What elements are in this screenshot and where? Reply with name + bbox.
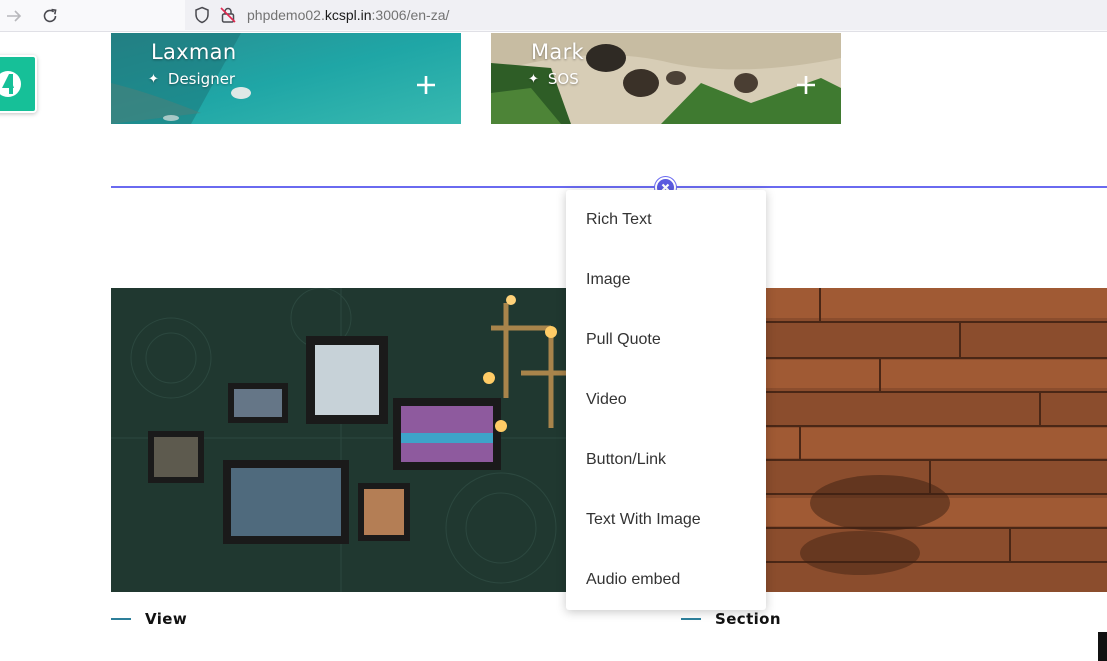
gallery-image-wood — [760, 288, 1107, 592]
caption-view[interactable]: View — [111, 610, 187, 628]
caption-text: View — [145, 610, 188, 628]
menu-item-audio-embed[interactable]: Audio embed — [586, 568, 680, 592]
caption-text: Section — [715, 610, 781, 628]
app-badge-button[interactable] — [0, 55, 37, 113]
team-card-mark[interactable]: Mark ✦ SOS — [491, 33, 841, 124]
caption-section[interactable]: Section — [681, 610, 781, 628]
card-name: Laxman — [151, 40, 237, 64]
corner-widget — [1098, 632, 1107, 661]
sparkle-icon: ✦ — [528, 71, 539, 87]
caption-dash — [681, 618, 701, 620]
insecure-lock-icon[interactable] — [219, 6, 237, 24]
browser-toolbar: phpdemo02.kcspl.in:3006/en-za/ — [0, 0, 1107, 32]
card-role: Designer — [167, 70, 236, 88]
expand-plus-icon[interactable] — [415, 74, 437, 96]
gallery-image-wall — [111, 288, 571, 592]
menu-item-image[interactable]: Image — [586, 268, 630, 292]
menu-item-text-with-image[interactable]: Text With Image — [586, 508, 701, 532]
card-role-row: ✦ Designer — [148, 70, 235, 88]
team-card-laxman[interactable]: Laxman ✦ Designer — [111, 33, 461, 124]
menu-item-button-link[interactable]: Button/Link — [586, 448, 666, 472]
reload-icon[interactable] — [40, 6, 60, 26]
address-bar[interactable]: phpdemo02.kcspl.in:3006/en-za/ — [185, 0, 1107, 30]
card-role-row: ✦ SOS — [528, 70, 579, 88]
url-text[interactable]: phpdemo02.kcspl.in:3006/en-za/ — [247, 7, 449, 23]
block-type-menu: Rich Text Image Pull Quote Video Button/… — [566, 190, 766, 610]
menu-item-video[interactable]: Video — [586, 388, 627, 412]
menu-item-rich-text[interactable]: Rich Text — [586, 208, 652, 232]
card-name: Mark — [531, 40, 584, 64]
card-role: SOS — [547, 70, 579, 88]
url-suffix: :3006/en-za/ — [371, 7, 450, 23]
caption-dash — [111, 618, 131, 620]
url-prefix: phpdemo02. — [247, 7, 325, 23]
menu-item-pull-quote[interactable]: Pull Quote — [586, 328, 661, 352]
expand-plus-icon[interactable] — [795, 74, 817, 96]
block-insert-line[interactable] — [111, 186, 1107, 188]
sparkle-icon: ✦ — [148, 71, 159, 87]
shield-icon[interactable] — [193, 6, 211, 24]
forward-arrow-icon[interactable] — [4, 6, 24, 26]
url-domain: kcspl.in — [324, 7, 372, 23]
app-logo-icon — [0, 71, 21, 97]
